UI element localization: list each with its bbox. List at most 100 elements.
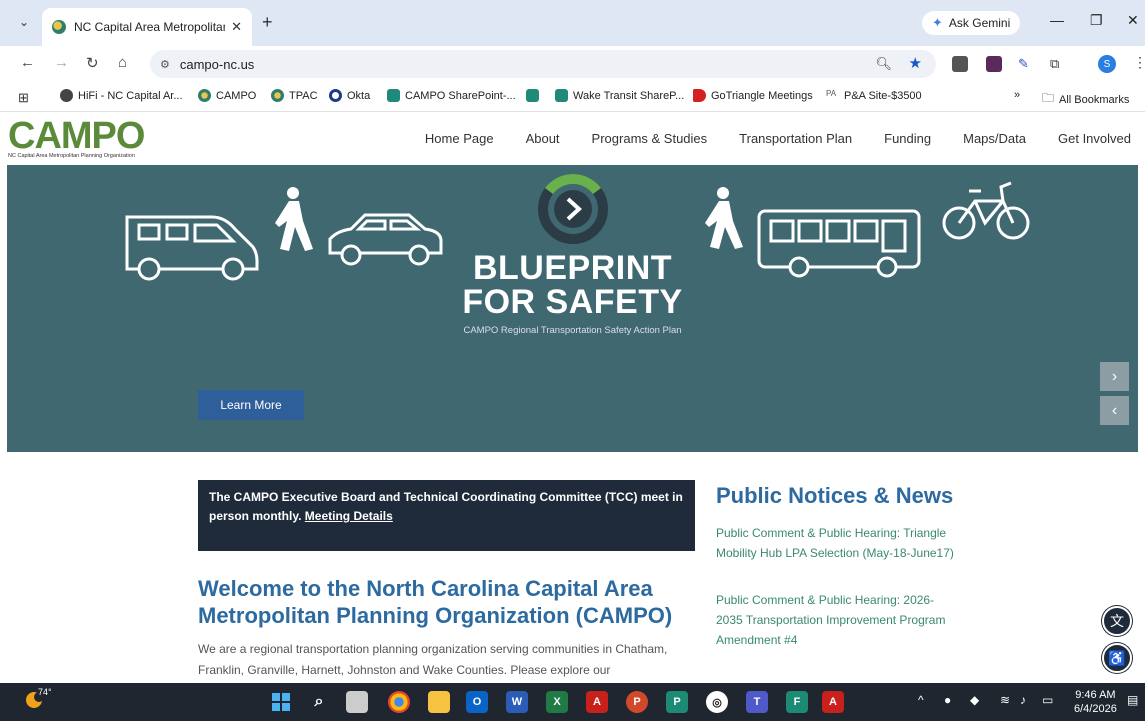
- notice-link[interactable]: Public Comment & Public Hearing: 2026-20…: [716, 590, 956, 650]
- start-windows-icon[interactable]: [270, 691, 292, 713]
- puzzle-extensions-icon[interactable]: ⧉: [1050, 56, 1066, 72]
- zoom-icon[interactable]: 🔍︎: [875, 56, 892, 72]
- url-text: campo-nc.us: [179, 56, 255, 72]
- bookmark-item[interactable]: Okta: [329, 89, 370, 102]
- bookmark-label: Okta: [347, 89, 371, 102]
- tray-overflow-icon[interactable]: ^: [918, 693, 924, 707]
- apps-grid-icon[interactable]: ⊞: [18, 90, 29, 106]
- screen: ⌄ NC Capital Area Metropolitan P ✕ + ✦ A…: [0, 0, 1145, 721]
- learn-more-button[interactable]: Learn More: [198, 390, 304, 420]
- chevron-down-icon: ⌄: [18, 15, 30, 29]
- forward-arrow-icon[interactable]: →: [54, 54, 69, 71]
- carousel-next-button[interactable]: ›: [1100, 362, 1129, 391]
- meeting-text: The CAMPO Executive Board and Technical …: [209, 490, 683, 523]
- extension-icon[interactable]: [986, 56, 1002, 72]
- outlook-icon[interactable]: O: [466, 691, 488, 713]
- pen-extension-icon[interactable]: ✎: [1018, 56, 1034, 72]
- carousel-prev-button[interactable]: ‹: [1100, 396, 1129, 425]
- main-nav: Home Page About Programs & Studies Trans…: [393, 131, 1131, 146]
- restore-window-icon[interactable]: ❐: [1090, 12, 1103, 29]
- acrobat-icon[interactable]: A: [822, 691, 844, 713]
- meeting-details-link[interactable]: Meeting Details: [305, 509, 393, 523]
- extension-icon[interactable]: [952, 56, 968, 72]
- bookmark-item[interactable]: CAMPO: [198, 89, 256, 102]
- browser-menu-icon[interactable]: ⋮: [1133, 54, 1145, 71]
- campo-icon: [198, 89, 211, 102]
- safety-logo-icon: [538, 174, 608, 244]
- notifications-icon[interactable]: ▤: [1127, 693, 1138, 707]
- translate-icon[interactable]: 文: [1102, 606, 1132, 636]
- file-explorer-icon[interactable]: [428, 691, 450, 713]
- taskbar: 74° ⌕ O W X A P P ◎ T F A ^ ● ◆ ≋ ♪ ▭ 9:…: [0, 683, 1145, 721]
- tab-search-button[interactable]: ⌄: [12, 10, 36, 34]
- task-view-icon[interactable]: [346, 691, 368, 713]
- new-tab-button[interactable]: +: [262, 12, 273, 33]
- reload-icon[interactable]: ↻: [86, 54, 99, 72]
- sharepoint-icon: [555, 89, 568, 102]
- address-bar[interactable]: ⚙ campo-nc.us 🔍︎ ★: [150, 50, 936, 78]
- battery-icon[interactable]: ▭: [1042, 693, 1053, 707]
- pedestrian-icon: [275, 187, 313, 251]
- all-bookmarks-label: All Bookmarks: [1059, 93, 1130, 106]
- bookmark-item[interactable]: CAMPO SharePoint-...: [387, 89, 516, 102]
- bookmark-item[interactable]: TPAC: [271, 89, 318, 102]
- publisher-icon[interactable]: P: [666, 691, 688, 713]
- site-header: CAMPO NC Capital Area Metropolitan Plann…: [0, 113, 1145, 165]
- bicycle-icon: [942, 181, 1030, 240]
- app-icon[interactable]: ◎: [706, 691, 728, 713]
- close-window-icon[interactable]: ✕: [1127, 12, 1139, 29]
- nav-home-page[interactable]: Home Page: [425, 131, 494, 146]
- bookmark-item[interactable]: Wake Transit ShareP...: [555, 89, 684, 102]
- sharepoint-icon: [526, 89, 539, 102]
- all-bookmarks-button[interactable]: 🗀 All Bookmarks: [1042, 89, 1129, 110]
- clock[interactable]: 9:46 AM 6/4/2026: [1074, 688, 1117, 716]
- bookmark-star-icon[interactable]: ★: [909, 54, 922, 72]
- close-tab-icon[interactable]: ✕: [231, 19, 242, 35]
- profile-avatar[interactable]: S: [1098, 55, 1116, 73]
- gotriangle-icon: [693, 89, 706, 102]
- okta-icon: [329, 89, 342, 102]
- site-info-icon[interactable]: ⚙: [160, 58, 170, 71]
- powerpoint-icon[interactable]: P: [626, 691, 648, 713]
- word-icon[interactable]: W: [506, 691, 528, 713]
- browser-tabstrip: ⌄ NC Capital Area Metropolitan P ✕ + ✦ A…: [0, 0, 1145, 46]
- browser-tab-active[interactable]: NC Capital Area Metropolitan P ✕: [42, 8, 252, 46]
- wifi-icon[interactable]: ≋: [1000, 693, 1010, 707]
- nav-about[interactable]: About: [526, 131, 560, 146]
- chrome-icon[interactable]: [388, 691, 410, 713]
- back-arrow-icon[interactable]: ←: [20, 54, 35, 71]
- campo-logo[interactable]: CAMPO NC Capital Area Metropolitan Plann…: [8, 117, 168, 163]
- acrobat-icon[interactable]: A: [586, 691, 608, 713]
- bookmark-item[interactable]: HiFi - NC Capital Ar...: [60, 89, 183, 102]
- pedestrian-icon: [705, 187, 743, 249]
- campo-favicon-icon: [52, 20, 66, 34]
- browser-toolbar: ← → ↻ ⌂ ⚙ campo-nc.us 🔍︎ ★ ✎ ⧉ S ⋮: [0, 46, 1145, 82]
- bookmark-item[interactable]: [526, 89, 544, 102]
- teams-icon[interactable]: T: [746, 691, 768, 713]
- bookmark-label: GoTriangle Meetings: [711, 89, 813, 102]
- accessibility-icon[interactable]: ♿: [1102, 643, 1132, 673]
- app-icon[interactable]: F: [786, 691, 808, 713]
- notice-link[interactable]: Public Comment & Public Hearing: Triangl…: [716, 523, 956, 563]
- welcome-body: We are a regional transportation plannin…: [198, 642, 668, 677]
- more-bookmarks-button[interactable]: »: [1014, 89, 1020, 101]
- nav-transportation-plan[interactable]: Transportation Plan: [739, 131, 852, 146]
- home-icon[interactable]: ⌂: [118, 54, 127, 71]
- search-icon[interactable]: ⌕: [308, 691, 330, 713]
- bookmark-item[interactable]: PA P&A Site-$3500: [826, 89, 922, 102]
- minimize-window-icon[interactable]: —: [1050, 12, 1064, 28]
- nav-maps-data[interactable]: Maps/Data: [963, 131, 1026, 146]
- bookmark-label: P&A Site-$3500: [844, 89, 922, 102]
- excel-icon[interactable]: X: [546, 691, 568, 713]
- volume-icon[interactable]: ♪: [1020, 693, 1026, 707]
- clock-time: 9:46 AM: [1075, 689, 1116, 701]
- tray-app-icon[interactable]: ●: [944, 693, 951, 707]
- nav-get-involved[interactable]: Get Involved: [1058, 131, 1131, 146]
- tray-app-icon[interactable]: ◆: [970, 693, 979, 707]
- ask-gemini-button[interactable]: ✦ Ask Gemini: [922, 11, 1021, 35]
- nav-programs-studies[interactable]: Programs & Studies: [592, 131, 708, 146]
- bookmark-item[interactable]: GoTriangle Meetings: [693, 89, 813, 102]
- bookmark-label: HiFi - NC Capital Ar...: [78, 89, 183, 102]
- nav-funding[interactable]: Funding: [884, 131, 931, 146]
- bookmarks-bar: ⊞ HiFi - NC Capital Ar... CAMPO TPAC Okt…: [0, 82, 1145, 112]
